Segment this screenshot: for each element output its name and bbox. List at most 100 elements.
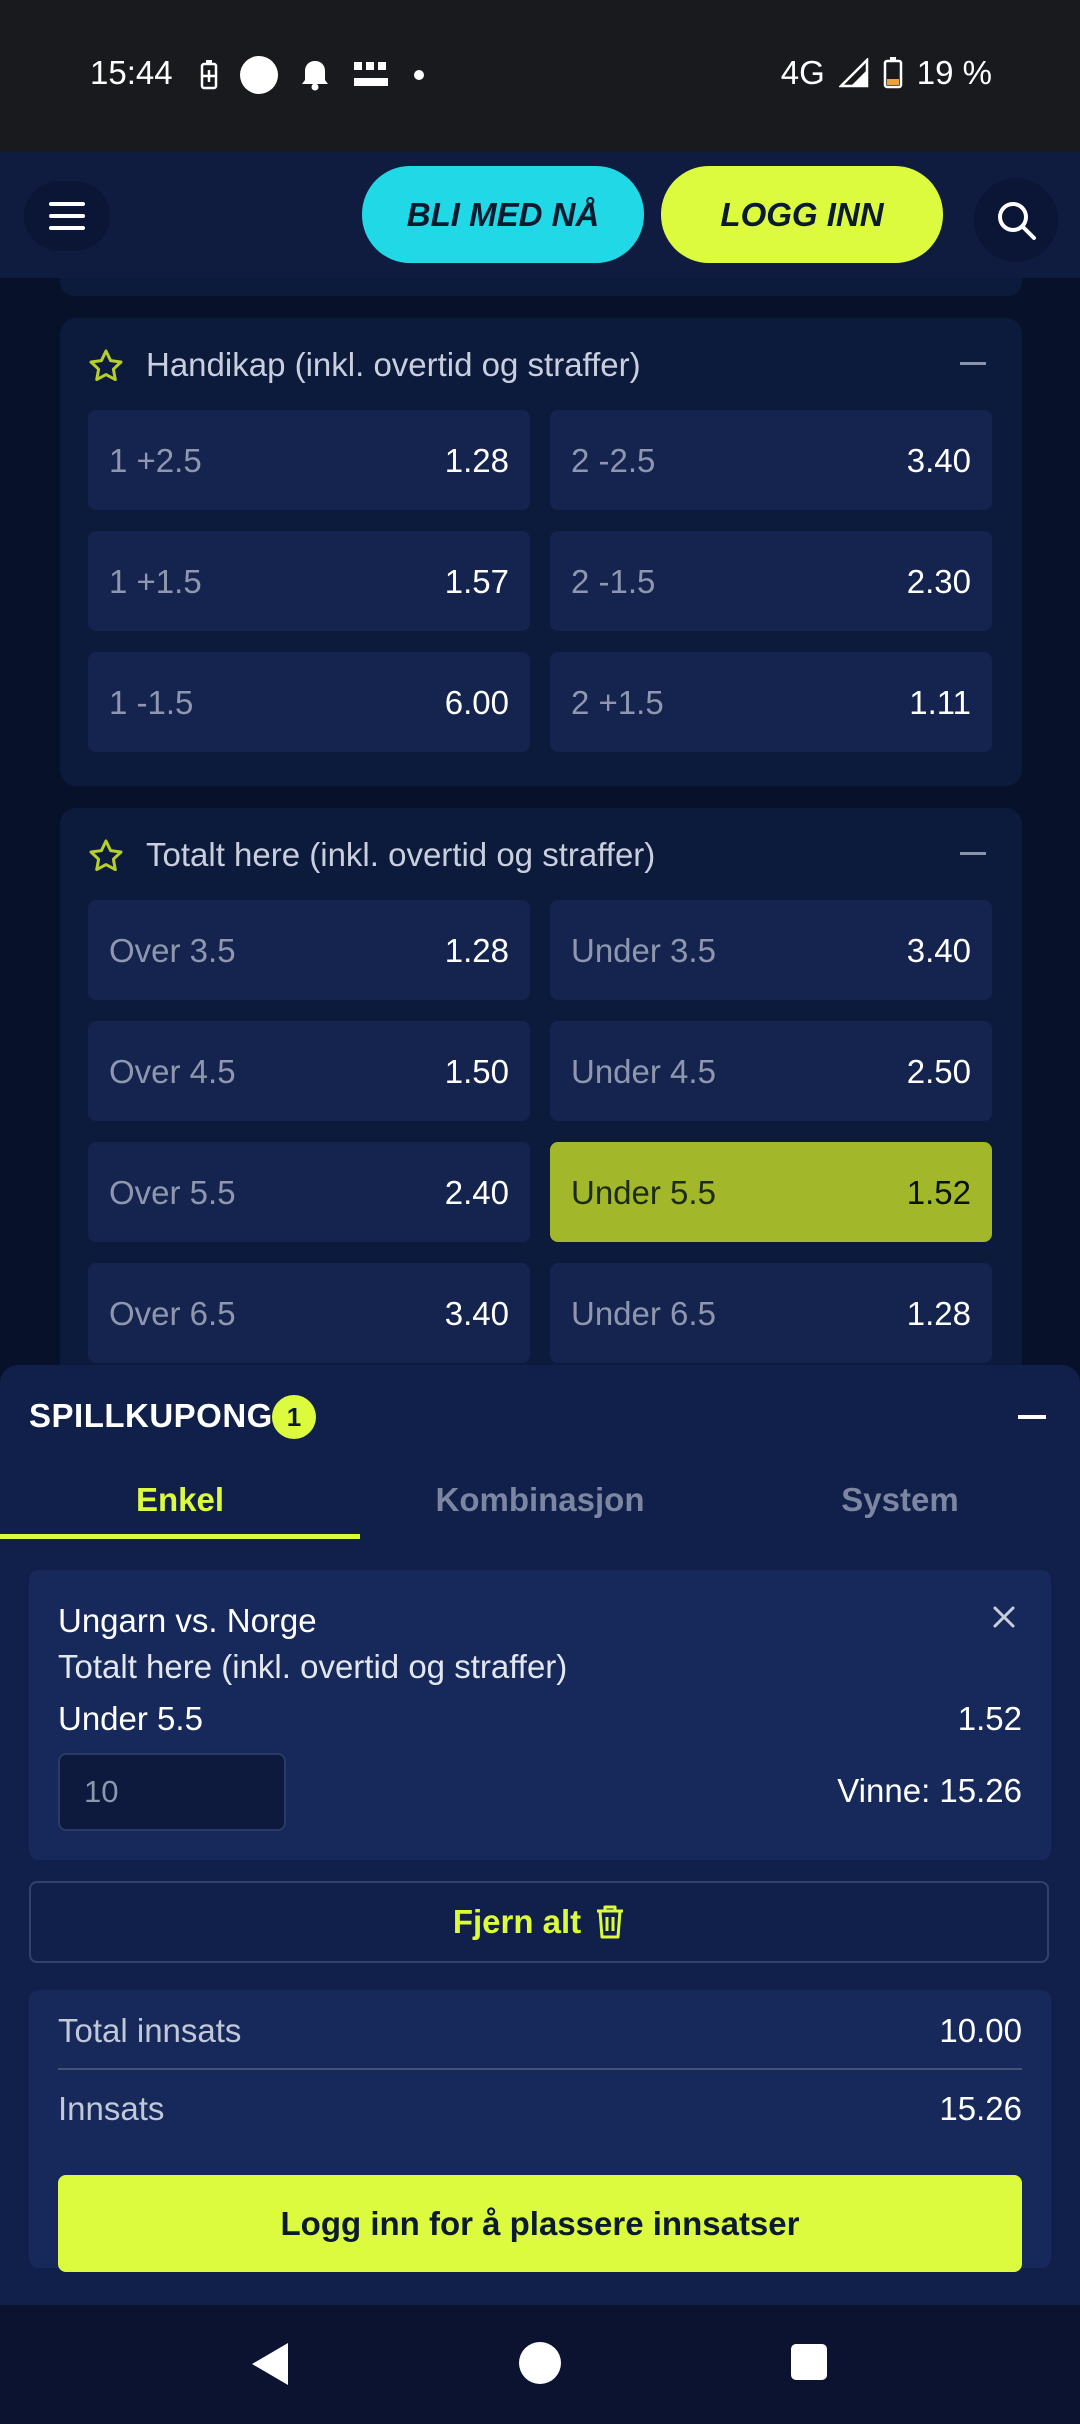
odd-label: 2 -1.5 <box>571 563 656 600</box>
dot-icon <box>414 70 424 80</box>
odd-price: 2.50 <box>906 1053 971 1090</box>
bet-match: Ungarn vs. Norge <box>58 1602 317 1639</box>
tab-system[interactable]: System <box>720 1465 1080 1539</box>
betslip-title: SPILLKUPONG <box>29 1397 273 1434</box>
odd-price: 1.28 <box>906 1295 971 1332</box>
market-header[interactable]: Totalt here (inkl. overtid og straffer) <box>60 808 1022 900</box>
odd-price: 3.40 <box>444 1295 509 1332</box>
potential-win: Vinne: 15.26 <box>837 1772 1022 1809</box>
odd-label: Under 3.5 <box>571 932 716 969</box>
odd-price: 6.00 <box>444 684 509 721</box>
network-type: 4G <box>780 54 825 91</box>
signal-icon <box>838 58 869 88</box>
odd-label: 1 +1.5 <box>109 563 202 600</box>
odd-button[interactable]: Over 5.5 2.40 <box>88 1142 530 1242</box>
market-title: Handikap (inkl. overtid og straffer) <box>146 346 641 383</box>
betslip-panel: SPILLKUPONG 1 Enkel Kombinasjon System U… <box>0 1365 1080 2305</box>
market-header[interactable]: Handikap (inkl. overtid og straffer) <box>60 318 1022 410</box>
tab-enkel[interactable]: Enkel <box>0 1465 360 1539</box>
odd-label: 2 -2.5 <box>571 442 656 479</box>
total-stake-value: 10.00 <box>939 2012 1022 2049</box>
odd-button[interactable]: Under 3.5 3.40 <box>550 900 992 1000</box>
odd-button[interactable]: Under 4.5 2.50 <box>550 1021 992 1121</box>
odd-button[interactable]: Over 3.5 1.28 <box>88 900 530 1000</box>
join-now-button[interactable]: BLI MED NÅ <box>362 166 644 263</box>
market-handicap: Handikap (inkl. overtid og straffer) 1 +… <box>60 318 1022 786</box>
market-title: Totalt here (inkl. overtid og straffer) <box>146 836 656 873</box>
odd-button[interactable]: 1 +2.5 1.28 <box>88 410 530 510</box>
recent-apps-icon[interactable] <box>791 2344 827 2380</box>
bet-summary: Total innsats 10.00 Innsats 15.26 Logg i… <box>29 1990 1051 2272</box>
odd-label: 2 +1.5 <box>571 684 664 721</box>
close-icon[interactable] <box>989 1602 1019 1632</box>
odd-label: Over 6.5 <box>109 1295 236 1332</box>
odd-button[interactable]: Over 6.5 3.40 <box>88 1263 530 1363</box>
star-icon[interactable] <box>88 348 124 384</box>
login-to-place-bets-button[interactable]: Logg inn for å plassere innsatser <box>58 2175 1022 2272</box>
collapse-icon[interactable] <box>960 362 986 365</box>
odd-label: Over 4.5 <box>109 1053 236 1090</box>
odd-label: Under 5.5 <box>571 1174 716 1211</box>
status-icons-right: 4G 19 % <box>781 54 992 92</box>
system-navigation-bar <box>0 2305 1080 2424</box>
home-icon[interactable] <box>519 2342 561 2384</box>
collapse-icon[interactable] <box>960 852 986 855</box>
odd-button[interactable]: 2 +1.5 1.11 <box>550 652 992 752</box>
odd-price: 1.52 <box>906 1174 971 1211</box>
odd-label: Under 6.5 <box>571 1295 716 1332</box>
odd-price: 1.28 <box>444 442 509 479</box>
stake-row: Innsats 15.26 <box>58 2090 1022 2128</box>
star-icon[interactable] <box>88 838 124 874</box>
status-bar: 15:44 4G 19 % <box>0 0 1080 152</box>
battery-saver-icon <box>200 60 218 90</box>
summary-divider <box>58 2068 1022 2070</box>
menu-button[interactable] <box>24 181 110 251</box>
odd-label: Over 3.5 <box>109 932 236 969</box>
odd-price: 1.57 <box>444 563 509 600</box>
previous-market-card <box>60 278 1022 296</box>
markets-content: Handikap (inkl. overtid og straffer) 1 +… <box>0 278 1080 1365</box>
search-icon <box>998 202 1036 240</box>
total-stake-row: Total innsats 10.00 <box>58 2012 1022 2050</box>
minimize-betslip-icon[interactable] <box>1018 1415 1046 1419</box>
login-button[interactable]: LOGG INN <box>661 166 943 263</box>
odd-button[interactable]: 2 -1.5 2.30 <box>550 531 992 631</box>
remove-all-button[interactable]: Fjern alt <box>29 1881 1049 1963</box>
total-stake-label: Total innsats <box>58 2012 242 2049</box>
odd-label: 1 -1.5 <box>109 684 194 721</box>
odd-button[interactable]: 1 +1.5 1.57 <box>88 531 530 631</box>
odd-price: 3.40 <box>906 442 971 479</box>
bet-odds: 1.52 <box>957 1700 1022 1737</box>
odd-label: 1 +2.5 <box>109 442 202 479</box>
back-icon[interactable] <box>252 2343 288 2385</box>
search-button[interactable] <box>974 178 1058 262</box>
odd-price: 1.11 <box>909 684 971 721</box>
market-total-goals: Totalt here (inkl. overtid og straffer) … <box>60 808 1022 1365</box>
odd-button-selected[interactable]: Under 5.5 1.52 <box>550 1142 992 1242</box>
betslip-count-badge: 1 <box>272 1395 316 1439</box>
stake-input[interactable] <box>58 1753 286 1831</box>
battery-icon <box>883 57 903 89</box>
tab-kombinasjon[interactable]: Kombinasjon <box>360 1465 720 1539</box>
odd-button[interactable]: 2 -2.5 3.40 <box>550 410 992 510</box>
odd-price: 1.28 <box>444 932 509 969</box>
odd-label: Under 4.5 <box>571 1053 716 1090</box>
trash-icon <box>597 1905 624 1939</box>
status-icons-left <box>200 56 424 94</box>
odd-button[interactable]: Under 6.5 1.28 <box>550 1263 992 1363</box>
bet-selection: Under 5.5 <box>58 1700 203 1737</box>
notification-bell-icon <box>302 61 328 91</box>
odd-price: 3.40 <box>906 932 971 969</box>
bet-card: Ungarn vs. Norge Totalt here (inkl. over… <box>29 1570 1051 1860</box>
hamburger-menu-icon <box>49 202 85 230</box>
betslip-tabs: Enkel Kombinasjon System <box>0 1465 1080 1539</box>
odd-label: Over 5.5 <box>109 1174 236 1211</box>
temu-icon <box>354 62 388 86</box>
remove-all-label: Fjern alt <box>452 1903 582 1940</box>
odd-button[interactable]: Over 4.5 1.50 <box>88 1021 530 1121</box>
odd-button[interactable]: 1 -1.5 6.00 <box>88 652 530 752</box>
odd-price: 2.40 <box>444 1174 509 1211</box>
status-time: 15:44 <box>90 54 173 91</box>
odd-price: 2.30 <box>906 563 971 600</box>
battery-percent: 19 % <box>916 54 992 91</box>
